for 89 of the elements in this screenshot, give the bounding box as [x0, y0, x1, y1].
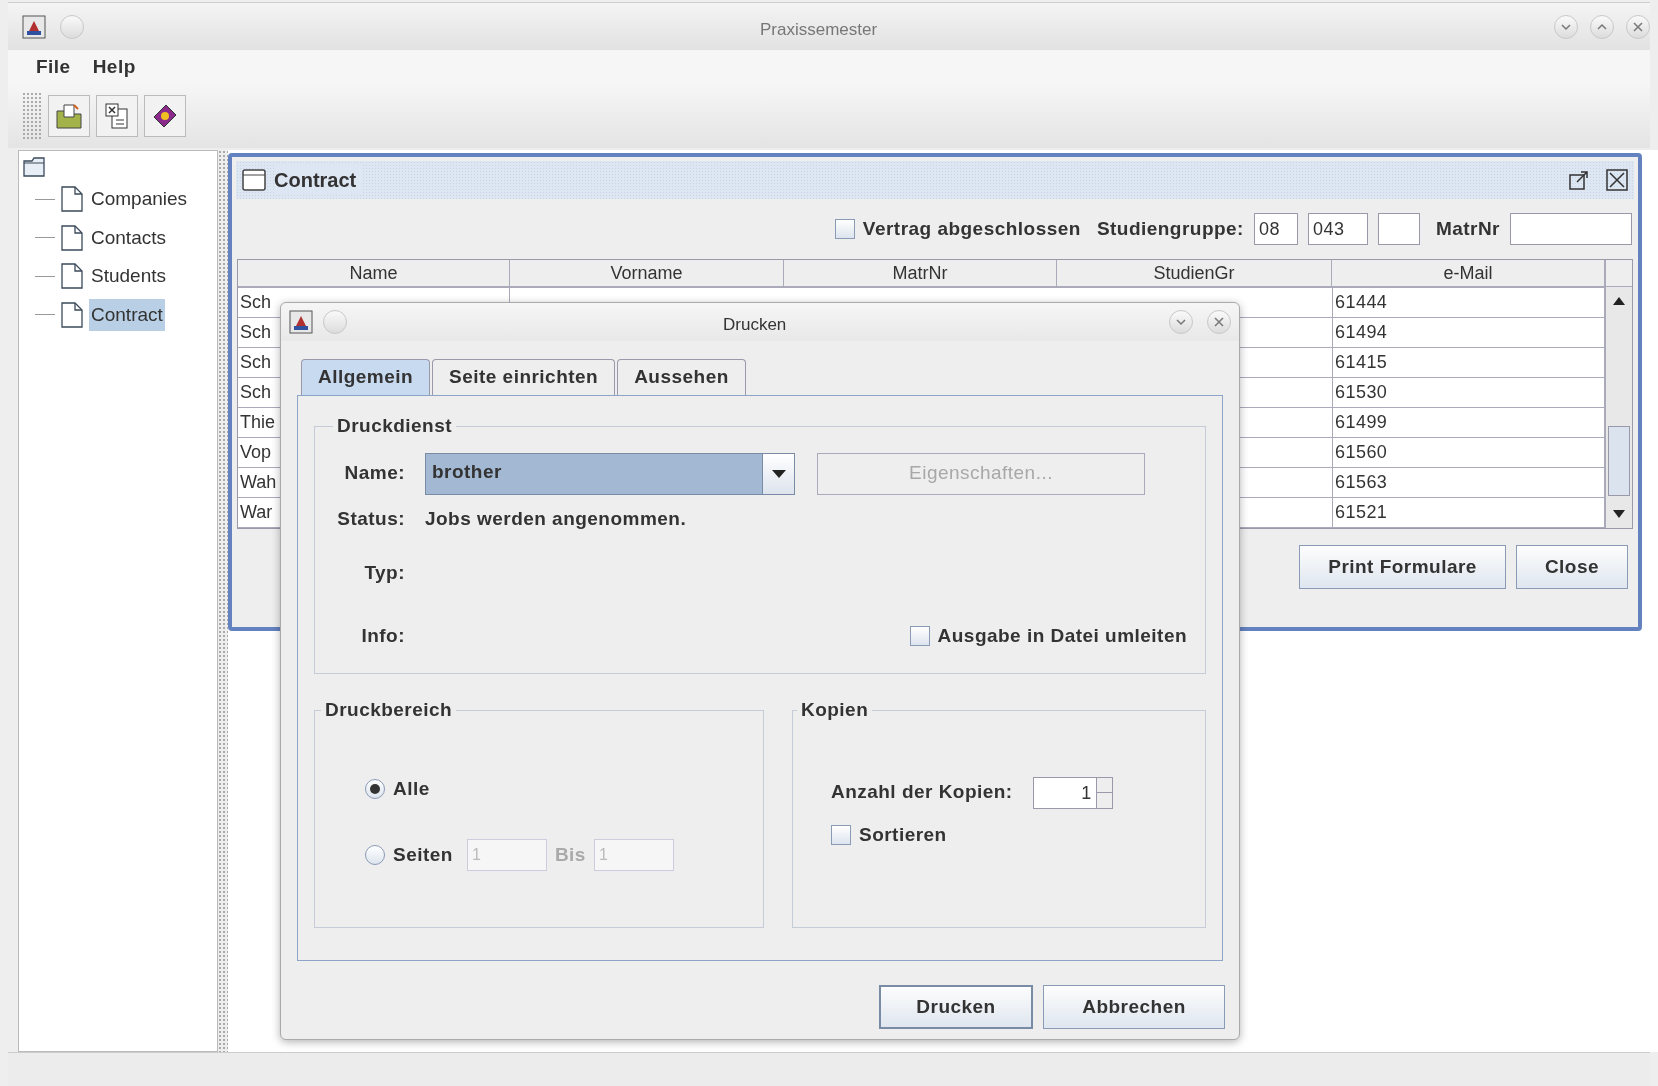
table-cell: 61560: [1332, 438, 1605, 468]
window-menu-button[interactable]: [323, 310, 347, 334]
chevron-down-icon: [1561, 22, 1571, 31]
radio-button[interactable]: [365, 845, 385, 865]
table-cell: 61499: [1332, 408, 1605, 438]
checkbox-label: Sortieren: [859, 822, 947, 847]
help-book-button[interactable]: [144, 95, 186, 137]
scrollbar[interactable]: [1605, 260, 1632, 528]
minimize-button[interactable]: [1169, 310, 1193, 334]
printer-dropdown[interactable]: brother: [425, 452, 795, 495]
dialog-title: Drucken: [723, 314, 787, 336]
field-label: Bis: [554, 842, 586, 867]
window-icon: [242, 168, 266, 192]
table-cell: 61444: [1332, 288, 1605, 318]
maximize-button[interactable]: [1590, 14, 1614, 39]
tree-item[interactable]: Companies: [89, 183, 190, 216]
matrnr-field[interactable]: [1510, 213, 1632, 245]
tab[interactable]: Seite einrichten: [432, 359, 616, 395]
checkbox-label: Ausgabe in Datei umleiten: [937, 623, 1187, 648]
table-cell: 61530: [1332, 378, 1605, 408]
menu-item[interactable]: File: [36, 52, 71, 82]
close-button[interactable]: [1626, 14, 1650, 39]
column-header[interactable]: StudienGr: [1057, 260, 1332, 287]
group-title: Kopien: [800, 698, 870, 722]
column-header[interactable]: Vorname: [510, 260, 784, 287]
open-folder-icon: [54, 101, 84, 131]
column-header[interactable]: e-Mail: [1332, 260, 1605, 287]
field-label: MatrNr: [1435, 216, 1500, 241]
close-icon[interactable]: [1606, 169, 1628, 191]
column-header[interactable]: Name: [238, 260, 510, 287]
document-icon: [61, 186, 83, 213]
radio-label: Alle: [393, 776, 430, 801]
frame-title: Contract: [274, 165, 363, 195]
field-label: Typ:: [363, 561, 405, 585]
checkbox-label: Vertrag abgeschlossen: [862, 216, 1081, 241]
table-cell: 61415: [1332, 348, 1605, 378]
checkbox[interactable]: [909, 625, 930, 646]
tree-item[interactable]: Contacts: [89, 221, 168, 254]
column-header[interactable]: MatrNr: [784, 260, 1057, 287]
chevron-down-icon: [1176, 318, 1186, 326]
action-button[interactable]: Print Formulare: [1299, 545, 1506, 589]
field-label: Info:: [360, 623, 405, 648]
header-corner: [1606, 260, 1632, 287]
field-label: Status:: [336, 506, 405, 531]
group-field[interactable]: [1377, 213, 1420, 245]
window-menu-button[interactable]: [60, 14, 84, 39]
dialog-button[interactable]: Drucken: [879, 985, 1033, 1029]
group-field[interactable]: 043: [1307, 213, 1368, 245]
minimize-button[interactable]: [1554, 14, 1578, 39]
contract-checkbox[interactable]: [834, 219, 855, 239]
field-label: Studiengruppe:: [1096, 216, 1244, 241]
document-icon: [61, 301, 83, 328]
tab[interactable]: Allgemein: [301, 359, 431, 395]
close-icon: [1633, 21, 1643, 32]
dropdown-arrow-icon: [771, 469, 786, 478]
table-cell: 61494: [1332, 318, 1605, 348]
open-folder-button[interactable]: [48, 95, 90, 137]
checkbox[interactable]: [831, 824, 851, 845]
group-title: Druckbereich: [324, 698, 454, 722]
splitter[interactable]: [218, 150, 228, 1052]
table-cell: 61521: [1332, 498, 1605, 528]
scroll-thumb[interactable]: [1608, 426, 1630, 496]
toolbar-grip[interactable]: [22, 92, 42, 140]
field-label: Anzahl der Kopien:: [831, 780, 1013, 805]
radio-button[interactable]: [365, 778, 385, 799]
menu-item[interactable]: Help: [92, 52, 136, 82]
folder-icon: [23, 157, 45, 177]
restore-icon[interactable]: [1568, 169, 1590, 191]
dialog-button[interactable]: Abbrechen: [1043, 985, 1225, 1029]
export-document-button[interactable]: [96, 95, 138, 137]
close-icon: [1214, 317, 1224, 327]
copies-spinner[interactable]: 1: [1032, 776, 1113, 809]
document-icon: [61, 263, 83, 290]
group-title: Druckdienst: [336, 414, 454, 438]
app-icon[interactable]: [22, 14, 46, 39]
scroll-down-icon[interactable]: [1613, 510, 1625, 518]
radio-label: Seiten: [393, 842, 453, 867]
tree-item[interactable]: Contract: [89, 298, 165, 331]
close-button[interactable]: [1207, 310, 1231, 334]
tab[interactable]: Aussehen: [617, 359, 746, 395]
tree-item[interactable]: Students: [89, 260, 168, 293]
action-button[interactable]: Close: [1515, 545, 1628, 589]
chevron-up-icon: [1597, 22, 1607, 31]
group-field[interactable]: 08: [1253, 213, 1298, 245]
table-cell: 61563: [1332, 468, 1605, 498]
document-icon: [61, 224, 83, 251]
window-title: Praxissemester: [760, 19, 878, 41]
scroll-up-icon[interactable]: [1613, 297, 1625, 305]
app-icon[interactable]: [289, 310, 313, 334]
